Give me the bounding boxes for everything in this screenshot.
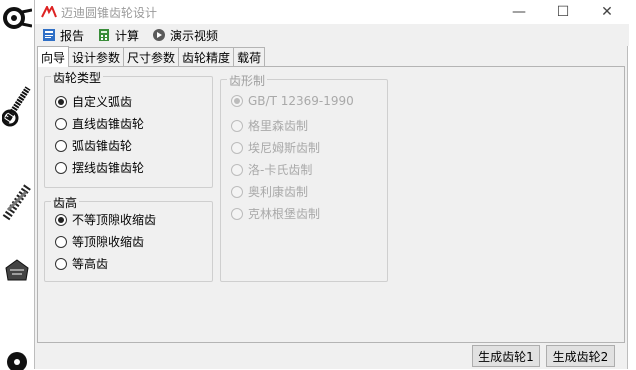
guide-tab-panel: 齿轮类型 自定义弧齿 直线齿锥齿轮 弧齿锥齿轮 摆线齿锥齿轮 齿高 不等顶隙收缩…	[37, 66, 625, 343]
tab-gear-precision[interactable]: 齿轮精度	[178, 47, 235, 67]
radio-disabled[interactable]	[231, 207, 243, 220]
tab-size-params[interactable]: 尺寸参数	[123, 47, 180, 67]
background-app-right-edge	[628, 0, 636, 369]
radio-disabled[interactable]	[231, 185, 243, 198]
tab-load[interactable]: 载荷	[233, 47, 266, 67]
radio-selected[interactable]	[55, 95, 67, 108]
maximize-button[interactable]: ☐	[541, 0, 585, 24]
demo-video-label: 演示视频	[170, 28, 219, 43]
gear-icon	[7, 352, 27, 370]
calculator-icon	[96, 28, 111, 43]
radio-disabled[interactable]	[231, 119, 243, 132]
report-button[interactable]: 报告	[41, 27, 84, 44]
radio-disabled[interactable]	[231, 141, 243, 154]
radio[interactable]	[55, 235, 67, 248]
radio-disabled[interactable]	[231, 163, 243, 176]
chain-sprocket-icon	[3, 7, 32, 29]
tooth-system-option-lo-ca[interactable]: 洛-卡氏齿制	[231, 161, 312, 178]
video-icon	[151, 28, 166, 43]
tooth-system-option-oerlikon[interactable]: 奥利康齿制	[231, 183, 308, 200]
radio-selected[interactable]	[55, 213, 67, 226]
tab-strip: 向导 设计参数 尺寸参数 齿轮精度 载荷	[37, 46, 266, 67]
gear-type-option-cycloid-bevel[interactable]: 摆线齿锥齿轮	[55, 159, 144, 176]
spring-icon	[2, 183, 32, 221]
tooth-system-group: 齿形制 GB/T 12369-1990 格里森齿制 埃尼姆斯齿制 洛-卡氏齿制 …	[220, 72, 388, 282]
tooth-height-group: 齿高 不等顶隙收缩齿 等顶隙收缩齿 等高齿	[44, 194, 213, 282]
app-logo-icon	[41, 5, 57, 19]
tooth-system-option-klingelnberg[interactable]: 克林根堡齿制	[231, 205, 320, 222]
generate-gear1-button[interactable]: 生成齿轮1	[472, 345, 540, 367]
belt-pulley-icon	[2, 86, 31, 127]
tab-design-params[interactable]: 设计参数	[68, 47, 125, 67]
tooth-height-option-equal-clearance[interactable]: 等顶隙收缩齿	[55, 233, 144, 250]
bevel-gear-icon	[5, 259, 29, 281]
radio[interactable]	[55, 117, 67, 130]
report-icon	[41, 28, 56, 43]
calculate-label: 计算	[115, 28, 140, 43]
report-label: 报告	[60, 28, 85, 43]
gear-type-group: 齿轮类型 自定义弧齿 直线齿锥齿轮 弧齿锥齿轮 摆线齿锥齿轮	[44, 69, 213, 188]
toolbar: 报告 计算 演示视频	[35, 24, 629, 46]
window-title: 迈迪圆锥齿轮设计	[61, 5, 158, 20]
tooth-height-option-equal-height[interactable]: 等高齿	[55, 255, 108, 272]
tab-guide[interactable]: 向导	[37, 46, 70, 67]
background-app-strip	[0, 0, 34, 370]
gear-type-option-straight-bevel[interactable]: 直线齿锥齿轮	[55, 115, 144, 132]
demo-video-button[interactable]: 演示视频	[151, 27, 218, 44]
tooth-height-option-unequal-clearance[interactable]: 不等顶隙收缩齿	[55, 211, 156, 228]
calculate-button[interactable]: 计算	[96, 27, 139, 44]
tooth-system-option-enims[interactable]: 埃尼姆斯齿制	[231, 139, 320, 156]
radio[interactable]	[55, 139, 67, 152]
radio[interactable]	[55, 257, 67, 270]
tooth-system-title: 齿形制	[227, 72, 268, 89]
gear-type-option-spiral-bevel[interactable]: 弧齿锥齿轮	[55, 137, 132, 154]
generate-gear2-button[interactable]: 生成齿轮2	[546, 345, 615, 367]
title-bar[interactable]: 迈迪圆锥齿轮设计 — ☐ ✕	[35, 0, 629, 24]
radio-selected-disabled[interactable]	[231, 95, 243, 107]
close-button[interactable]: ✕	[585, 0, 629, 24]
tooth-system-option-gleason[interactable]: 格里森齿制	[231, 117, 308, 134]
tooth-height-title: 齿高	[51, 194, 80, 211]
minimize-button[interactable]: —	[497, 0, 541, 24]
tooth-system-option-gbt[interactable]: GB/T 12369-1990	[231, 94, 354, 108]
gear-design-window: 迈迪圆锥齿轮设计 — ☐ ✕ 报告 计算 演示视频 向导 设计参数 尺寸参数 齿…	[34, 0, 629, 369]
gear-type-title: 齿轮类型	[51, 69, 104, 86]
radio[interactable]	[55, 161, 67, 174]
gear-type-option-custom-spiral[interactable]: 自定义弧齿	[55, 93, 132, 110]
